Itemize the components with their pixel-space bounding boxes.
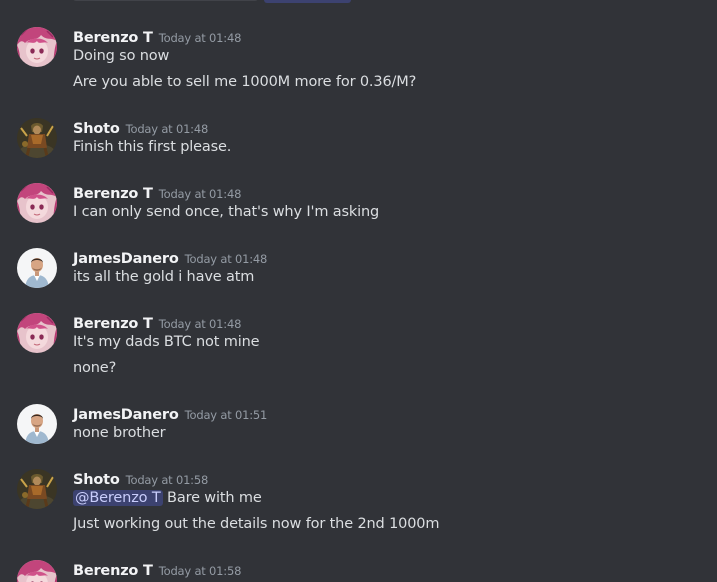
- message-header: JamesDanero Today at 01:48: [73, 248, 267, 268]
- previous-message-fragment: [73, 0, 713, 3]
- avatar[interactable]: [17, 118, 57, 158]
- user-mention[interactable]: @Berenzo T: [73, 490, 163, 506]
- message-text-rest: Bare with me: [162, 490, 262, 506]
- username[interactable]: Berenzo T: [73, 316, 153, 332]
- message-text: It's my dads BTC not mine: [73, 334, 260, 350]
- avatar[interactable]: [17, 183, 57, 223]
- avatar[interactable]: [17, 404, 57, 444]
- timestamp[interactable]: Today at 01:48: [159, 187, 242, 201]
- message-text: Just working out the details now for the…: [73, 516, 440, 532]
- message-text: @Berenzo T Bare with me: [73, 490, 262, 506]
- timestamp[interactable]: Today at 01:48: [185, 252, 268, 266]
- previous-message-text: [73, 0, 258, 1]
- chat-message-list[interactable]: Berenzo T Today at 01:48 Doing so now Are…: [0, 0, 717, 582]
- message-text: Are you able to sell me 1000M more for 0…: [73, 74, 417, 90]
- message-text: none brother: [73, 425, 166, 441]
- pink-hair-anime-icon: [17, 560, 57, 582]
- avatar[interactable]: [17, 313, 57, 353]
- timestamp[interactable]: Today at 01:51: [185, 408, 268, 422]
- message-text: none?: [73, 360, 117, 376]
- message-header: Shoto Today at 01:48: [73, 118, 208, 138]
- message-header: Berenzo T Today at 01:48: [73, 313, 241, 333]
- username[interactable]: JamesDanero: [73, 407, 179, 423]
- username[interactable]: Berenzo T: [73, 30, 153, 46]
- man-portrait-icon: [17, 248, 57, 288]
- username[interactable]: JamesDanero: [73, 251, 179, 267]
- message-header: JamesDanero Today at 01:51: [73, 404, 267, 424]
- avatar[interactable]: [17, 27, 57, 67]
- username[interactable]: Shoto: [73, 121, 120, 137]
- username[interactable]: Berenzo T: [73, 563, 153, 579]
- pink-hair-anime-icon: [17, 183, 57, 223]
- timestamp[interactable]: Today at 01:48: [159, 31, 242, 45]
- timestamp[interactable]: Today at 01:58: [159, 564, 242, 578]
- warrior-character-icon: [17, 469, 57, 509]
- avatar[interactable]: [17, 469, 57, 509]
- man-portrait-icon: [17, 404, 57, 444]
- timestamp[interactable]: Today at 01:48: [159, 317, 242, 331]
- message-header: Berenzo T Today at 01:58: [73, 560, 241, 580]
- message-text: I can only send once, that's why I'm ask…: [73, 204, 380, 220]
- message-text: Finish this first please.: [73, 139, 232, 155]
- message-header: Berenzo T Today at 01:48: [73, 27, 241, 47]
- username[interactable]: Shoto: [73, 472, 120, 488]
- timestamp[interactable]: Today at 01:58: [126, 473, 209, 487]
- avatar[interactable]: [17, 560, 57, 582]
- timestamp[interactable]: Today at 01:48: [126, 122, 209, 136]
- message-header: Berenzo T Today at 01:48: [73, 183, 241, 203]
- message-text: Doing so now: [73, 48, 170, 64]
- message-header: Shoto Today at 01:58: [73, 469, 208, 489]
- warrior-character-icon: [17, 118, 57, 158]
- previous-message-mention: [264, 0, 351, 3]
- pink-hair-anime-icon: [17, 313, 57, 353]
- username[interactable]: Berenzo T: [73, 186, 153, 202]
- avatar[interactable]: [17, 248, 57, 288]
- message-text: its all the gold i have atm: [73, 269, 255, 285]
- pink-hair-anime-icon: [17, 27, 57, 67]
